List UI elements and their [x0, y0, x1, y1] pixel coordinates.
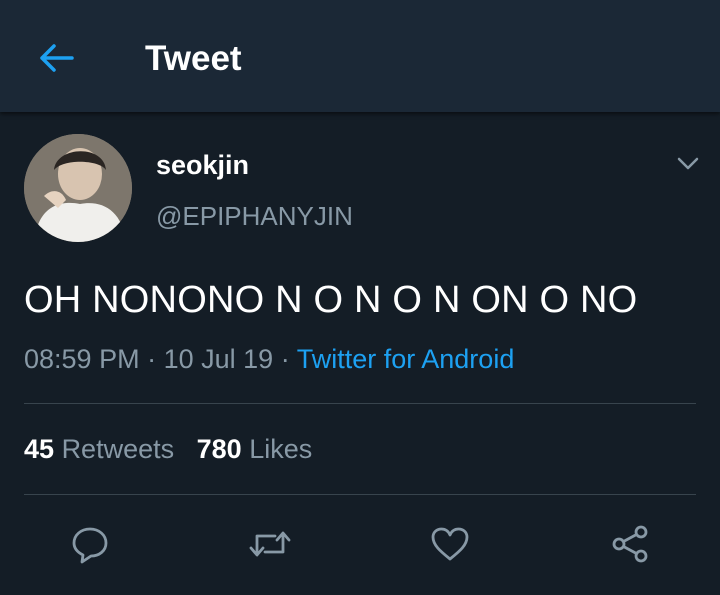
arrow-left-icon — [40, 44, 74, 72]
user-handle[interactable]: @EPIPHANYJIN — [156, 201, 353, 232]
avatar[interactable] — [24, 134, 132, 242]
retweet-button[interactable] — [244, 518, 296, 570]
tweet-date: 10 Jul 19 — [163, 344, 274, 374]
retweets-count: 45 — [24, 434, 55, 464]
avatar-image — [24, 134, 132, 242]
share-button[interactable] — [604, 518, 656, 570]
divider — [24, 494, 696, 495]
likes-label: Likes — [249, 434, 313, 464]
separator: · — [147, 344, 157, 374]
tweet-source-link[interactable]: Twitter for Android — [297, 344, 515, 374]
share-icon — [612, 525, 648, 563]
tweet-time: 08:59 PM — [24, 344, 140, 374]
display-name[interactable]: seokjin — [156, 150, 249, 181]
page-title: Tweet — [145, 39, 242, 78]
retweet-icon — [249, 531, 291, 557]
tweet-text: OH NONONO N O N O N ON O NO — [24, 279, 638, 321]
likes-stat[interactable]: 780 Likes — [197, 434, 313, 464]
reply-icon — [72, 527, 108, 564]
divider — [24, 403, 696, 404]
back-button[interactable] — [36, 38, 76, 78]
heart-icon — [431, 527, 469, 561]
engagement-stats: 45 Retweets 780 Likes — [24, 434, 312, 465]
reply-button[interactable] — [64, 518, 116, 570]
tweet-metadata: 08:59 PM · 10 Jul 19 · Twitter for Andro… — [24, 344, 514, 375]
retweets-label: Retweets — [61, 434, 175, 464]
likes-count: 780 — [196, 434, 242, 464]
like-button[interactable] — [424, 518, 476, 570]
separator: · — [280, 344, 290, 374]
more-options-button[interactable] — [674, 150, 702, 178]
chevron-down-icon — [677, 157, 699, 170]
retweets-stat[interactable]: 45 Retweets — [24, 434, 174, 464]
action-bar — [0, 518, 720, 570]
top-app-bar: Tweet — [0, 0, 720, 112]
